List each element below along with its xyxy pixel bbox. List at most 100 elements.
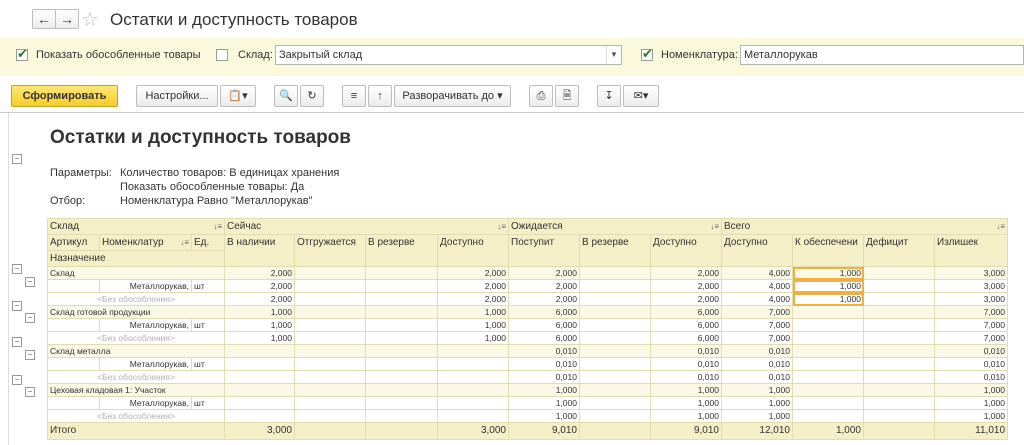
nomenclature-input[interactable]: Металлорукав (740, 45, 1024, 65)
table-row[interactable]: Металлорукав, шт 1,000 1,000 6,000 6,000 7,000… (47, 318, 1008, 332)
table-cell[interactable] (365, 396, 438, 410)
table-cell[interactable] (863, 305, 935, 319)
table-row[interactable]: <Без обособления> 2,000 2,000 2,000 2,000 4,0… (47, 292, 1008, 306)
table-cell[interactable] (579, 279, 651, 293)
table-cell[interactable] (863, 266, 935, 280)
table-cell[interactable]: 7,000 (934, 318, 1008, 332)
form-report-button[interactable]: Сформировать (11, 85, 118, 107)
header-article[interactable]: Артикул (47, 234, 100, 251)
table-cell[interactable] (437, 409, 509, 423)
table-cell[interactable] (294, 279, 366, 293)
table-row[interactable]: Склад металла 0,010 0,010 0,010 0,010 (47, 344, 1008, 358)
table-row[interactable]: <Без обособления> 1,000 1,000 1,000 1,000 (47, 409, 1008, 423)
back-button[interactable]: ← (32, 9, 56, 29)
table-cell[interactable] (365, 266, 438, 280)
table-cell[interactable] (863, 396, 935, 410)
header-expected[interactable]: Ожидается ↓≡ (508, 218, 722, 235)
table-cell[interactable]: 0,010 (508, 344, 580, 358)
table-cell[interactable]: 0,010 (934, 344, 1008, 358)
table-cell[interactable]: 0,010 (721, 357, 793, 371)
table-cell[interactable]: 3,000 (934, 266, 1008, 280)
table-cell[interactable] (294, 396, 366, 410)
collapse-item-icon[interactable]: − (25, 387, 35, 397)
table-cell[interactable]: 1,000 (792, 292, 864, 306)
collapse-button[interactable]: ≡ (342, 85, 366, 107)
preview-button[interactable]: 🗎 (555, 85, 579, 107)
table-cell[interactable]: 1,000 (508, 409, 580, 423)
table-cell[interactable]: 6,000 (650, 318, 722, 332)
table-cell[interactable]: 3,000 (934, 292, 1008, 306)
header-to-provide[interactable]: К обеспечени (792, 234, 864, 267)
table-cell[interactable]: 0,010 (650, 344, 722, 358)
table-cell[interactable] (792, 305, 864, 319)
table-cell[interactable] (294, 344, 366, 358)
warehouse-input[interactable]: Закрытый склад ▼ (275, 45, 622, 65)
table-cell[interactable] (224, 344, 295, 358)
table-cell[interactable]: 1,000 (934, 396, 1008, 410)
table-cell[interactable]: 2,000 (224, 292, 295, 306)
table-cell[interactable]: 1,000 (934, 409, 1008, 423)
table-row[interactable]: Металлорукав, шт 1,000 1,000 1,000 1,000 (47, 396, 1008, 410)
table-cell[interactable] (863, 344, 935, 358)
table-cell[interactable] (365, 383, 438, 397)
header-total[interactable]: Всего ↓≡ (721, 218, 1008, 235)
header-surplus[interactable]: Излишек (934, 234, 1008, 267)
table-cell[interactable]: 0,010 (508, 357, 580, 371)
table-cell[interactable]: 0,010 (721, 344, 793, 358)
table-row[interactable]: Металлорукав, шт 0,010 0,010 0,010 0,010 (47, 357, 1008, 371)
table-cell[interactable]: 7,000 (934, 305, 1008, 319)
header-nomen[interactable]: Номенклатур ↓≡ (99, 234, 192, 251)
table-cell[interactable]: 2,000 (224, 279, 295, 293)
table-cell[interactable]: 7,000 (721, 318, 793, 332)
header-now[interactable]: Сейчас ↓≡ (224, 218, 509, 235)
table-row[interactable]: Склад готовой продукции 1,000 1,000 6,000 6,… (47, 305, 1008, 319)
table-cell[interactable] (294, 383, 366, 397)
warehouse-dropdown-icon[interactable]: ▼ (606, 46, 621, 64)
table-cell[interactable]: 1,000 (224, 305, 295, 319)
collapse-item-icon[interactable]: − (25, 350, 35, 360)
table-cell[interactable]: 1,000 (508, 383, 580, 397)
table-cell[interactable] (579, 318, 651, 332)
table-cell[interactable]: 4,000 (721, 292, 793, 306)
table-cell[interactable] (579, 370, 651, 384)
table-cell[interactable] (863, 331, 935, 345)
table-cell[interactable]: 1,000 (650, 396, 722, 410)
table-cell[interactable] (792, 370, 864, 384)
table-cell[interactable]: 1,000 (437, 305, 509, 319)
favorite-star-icon[interactable]: ☆ (81, 7, 99, 32)
table-cell[interactable]: 1,000 (721, 396, 793, 410)
nomenclature-checkbox[interactable] (641, 46, 653, 62)
table-cell[interactable]: 7,000 (934, 331, 1008, 345)
table-cell[interactable]: 4,000 (721, 266, 793, 280)
table-cell[interactable]: 2,000 (437, 292, 509, 306)
table-cell[interactable] (792, 344, 864, 358)
table-cell[interactable] (863, 409, 935, 423)
table-cell[interactable]: 0,010 (721, 370, 793, 384)
table-cell[interactable] (437, 370, 509, 384)
header-reserve2[interactable]: В резерве (579, 234, 651, 267)
table-cell[interactable] (365, 318, 438, 332)
send-button[interactable]: ✉▾ (623, 85, 659, 107)
table-cell[interactable] (365, 344, 438, 358)
table-cell[interactable]: 2,000 (437, 266, 509, 280)
save-button[interactable]: ↧ (597, 85, 621, 107)
collapse-group-icon[interactable]: − (12, 337, 22, 347)
table-row[interactable]: <Без обособления> 1,000 1,000 6,000 6,000 7,0… (47, 331, 1008, 345)
collapse-group-icon[interactable]: − (12, 301, 22, 311)
table-cell[interactable] (224, 383, 295, 397)
table-cell[interactable]: 1,000 (224, 318, 295, 332)
table-cell[interactable]: 1,000 (792, 279, 864, 293)
table-cell[interactable]: 0,010 (934, 357, 1008, 371)
header-available2[interactable]: Доступно (650, 234, 722, 267)
collapse-group-icon[interactable]: − (12, 375, 22, 385)
table-cell[interactable] (863, 383, 935, 397)
settings-button[interactable]: Настройки... (136, 85, 218, 107)
table-cell[interactable] (365, 409, 438, 423)
table-cell[interactable]: 2,000 (650, 279, 722, 293)
table-cell[interactable]: 0,010 (650, 357, 722, 371)
table-cell[interactable]: 0,010 (508, 370, 580, 384)
table-cell[interactable] (579, 305, 651, 319)
table-cell[interactable]: 1,000 (721, 383, 793, 397)
header-purpose[interactable]: Назначение (47, 250, 225, 267)
table-cell[interactable] (294, 409, 366, 423)
